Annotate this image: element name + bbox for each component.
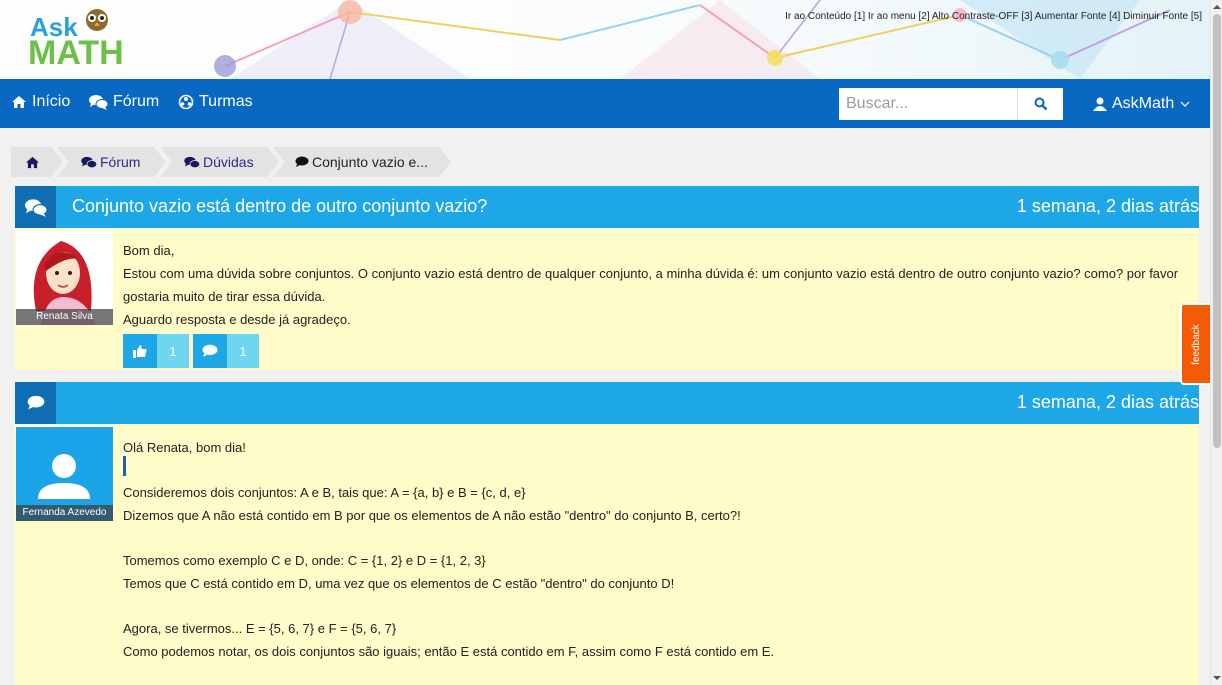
user-menu[interactable]: AskMath bbox=[1093, 95, 1190, 113]
question-icon-box bbox=[15, 186, 56, 228]
accessibility-links: Ir ao Conteúdo [1] Ir ao menu [2] Alto C… bbox=[785, 11, 1202, 22]
search-icon bbox=[1034, 97, 1047, 111]
comment-icon bbox=[202, 344, 218, 357]
answer-body: Fernanda Azevedo Olá Renata, bom dia! Co… bbox=[15, 424, 1199, 685]
question-line: Estou com uma dúvida sobre conjuntos. O … bbox=[123, 266, 1179, 304]
breadcrumb-duvidas[interactable]: Dúvidas bbox=[160, 147, 279, 177]
home-icon bbox=[25, 156, 40, 169]
nav-item-inicio[interactable]: Início bbox=[11, 93, 70, 111]
breadcrumb-label: Fórum bbox=[100, 154, 141, 170]
question-header: Conjunto vazio está dentro de outro conj… bbox=[15, 186, 1199, 228]
answer-text: Olá Renata, bom dia! Consideremos dois c… bbox=[123, 436, 1193, 663]
breadcrumb-home[interactable] bbox=[11, 147, 63, 177]
like-button[interactable]: 1 bbox=[123, 334, 189, 368]
comments-icon bbox=[184, 156, 200, 169]
feedback-tab[interactable]: feedback bbox=[1180, 303, 1210, 385]
nav-item-turmas[interactable]: Turmas bbox=[178, 93, 253, 111]
user-icon bbox=[1093, 97, 1107, 111]
scroll-down-icon[interactable] bbox=[1212, 674, 1222, 682]
question-line: Bom dia, bbox=[123, 243, 175, 258]
scrollbar-thumb[interactable] bbox=[1213, 14, 1221, 448]
question-time: 1 semana, 2 dias atrás bbox=[1016, 196, 1199, 216]
skip-to-menu-link[interactable]: Ir ao menu [2] bbox=[868, 11, 930, 22]
high-contrast-link[interactable]: Alto Contraste-OFF [3] bbox=[932, 11, 1033, 22]
search-button[interactable] bbox=[1017, 88, 1063, 120]
nav-label: Fórum bbox=[113, 93, 160, 110]
answer-line: Como podemos notar, os dois conjuntos sã… bbox=[123, 644, 775, 659]
question-title[interactable]: Conjunto vazio está dentro de outro conj… bbox=[72, 196, 487, 217]
turmas-icon bbox=[178, 94, 194, 110]
like-icon-box bbox=[123, 334, 157, 368]
nav-item-forum[interactable]: Fórum bbox=[89, 93, 159, 111]
answer-line bbox=[123, 459, 1193, 481]
comments-icon bbox=[24, 198, 47, 217]
increase-font-link[interactable]: Aumentar Fonte [4] bbox=[1035, 11, 1121, 22]
comment-icon-box bbox=[193, 334, 227, 368]
feedback-label: feedback bbox=[1190, 323, 1202, 365]
breadcrumb-forum[interactable]: Fórum bbox=[57, 147, 166, 177]
search-input[interactable] bbox=[839, 88, 1017, 120]
decrease-font-link[interactable]: Diminuir Fonte [5] bbox=[1123, 11, 1202, 22]
answer-line: Agora, se tivermos... E = {5, 6, 7} e F … bbox=[123, 621, 397, 636]
avatar-name: Fernanda Azevedo bbox=[16, 505, 113, 521]
answer-line: Olá Renata, bom dia! bbox=[123, 440, 246, 455]
scroll-up-icon[interactable] bbox=[1212, 3, 1222, 11]
user-name: AskMath bbox=[1112, 95, 1175, 112]
logo-math-text: MATH bbox=[28, 34, 124, 72]
page: Ask MATH Ir ao Conteúdo [1] Ir ao menu [… bbox=[0, 0, 1210, 685]
question-text: Bom dia, Estou com uma dúvida sobre conj… bbox=[123, 239, 1193, 331]
thumbs-up-icon bbox=[133, 345, 147, 358]
vertical-scrollbar[interactable] bbox=[1210, 0, 1222, 685]
answer-line bbox=[123, 595, 1193, 617]
avatar[interactable]: Fernanda Azevedo bbox=[16, 427, 113, 521]
answer-line: Tomemos como exemplo C e D, onde: C = {1… bbox=[123, 553, 486, 568]
comment-icon bbox=[295, 156, 309, 168]
answer-line: Consideremos dois conjuntos: A e B, tais… bbox=[123, 485, 526, 500]
breadcrumb-current: Conjunto vazio e... bbox=[273, 147, 451, 177]
comments-icon bbox=[89, 95, 108, 110]
answer-icon-box bbox=[15, 382, 56, 424]
answer-line: Temos que C está contido em D, uma vez q… bbox=[123, 576, 675, 591]
comment-count: 1 bbox=[227, 334, 259, 368]
comments-icon bbox=[81, 156, 97, 169]
chevron-down-icon bbox=[1180, 101, 1190, 107]
like-count: 1 bbox=[157, 334, 189, 368]
nav-label: Início bbox=[32, 93, 71, 110]
answer-line bbox=[123, 527, 1193, 549]
answer-header: 1 semana, 2 dias atrás bbox=[15, 382, 1199, 424]
home-icon bbox=[12, 96, 26, 108]
breadcrumb-label: Conjunto vazio e... bbox=[312, 154, 428, 170]
comment-button[interactable]: 1 bbox=[193, 334, 259, 368]
comment-icon bbox=[27, 395, 44, 410]
question-body: Renata Silva Bom dia, Estou com uma dúvi… bbox=[15, 228, 1199, 370]
answer-line: Dizemos que A não está contido em B por … bbox=[123, 508, 741, 523]
askmath-logo[interactable]: Ask MATH bbox=[28, 4, 140, 74]
question-actions: 1 1 bbox=[123, 334, 259, 368]
top-banner: Ask MATH Ir ao Conteúdo [1] Ir ao menu [… bbox=[0, 0, 1210, 79]
avatar[interactable]: Renata Silva bbox=[16, 231, 113, 325]
answer-time: 1 semana, 2 dias atrás bbox=[1016, 392, 1199, 412]
question-line: Aguardo resposta e desde já agradeço. bbox=[123, 312, 351, 327]
nav-label: Turmas bbox=[199, 93, 253, 110]
skip-to-content-link[interactable]: Ir ao Conteúdo [1] bbox=[785, 11, 865, 22]
breadcrumb-label: Dúvidas bbox=[203, 154, 254, 170]
avatar-name: Renata Silva bbox=[16, 309, 113, 325]
breadcrumb: Fórum Dúvidas Conjunto vazio e... bbox=[11, 147, 471, 177]
